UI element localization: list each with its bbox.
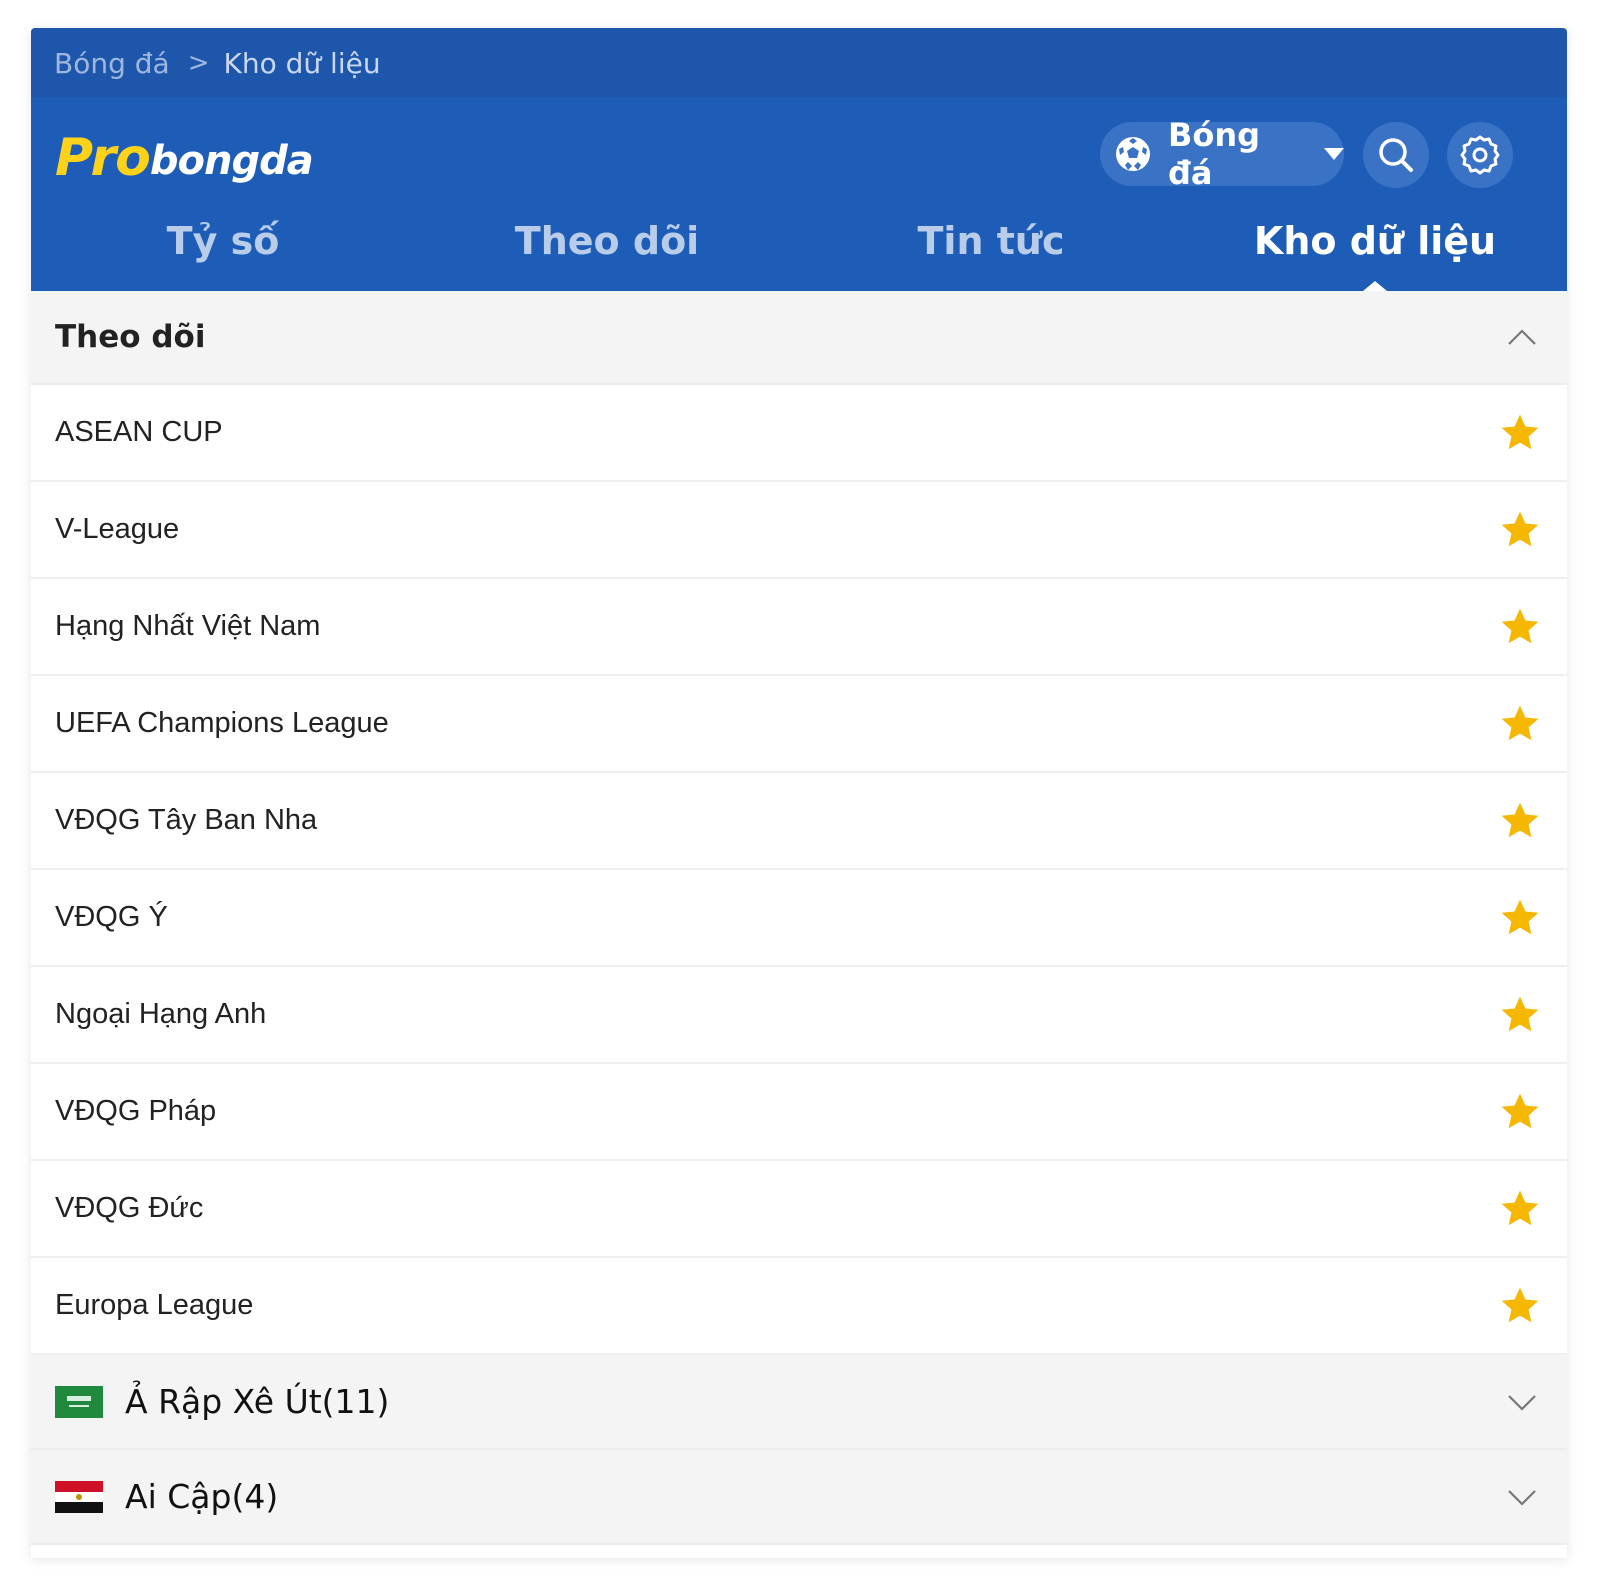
tab-tin-tuc[interactable]: Tin tức [799,211,1183,291]
settings-button[interactable] [1447,122,1513,188]
logo-bongda-text: bongda [149,138,314,184]
gear-icon [1460,135,1500,175]
saudi-arabia-flag-icon [55,1385,103,1418]
follow-section-title: Theo dõi [55,319,206,355]
chevron-down-icon[interactable] [1507,1392,1537,1412]
tab-label: Theo dõi [514,219,700,263]
league-name: Hạng Nhất Việt Nam [55,610,321,642]
league-name: Ngoại Hạng Anh [55,998,267,1030]
tab-label: Kho dữ liệu [1253,219,1497,263]
chevron-up-icon[interactable] [1507,327,1537,347]
star-icon[interactable] [1499,703,1541,745]
star-icon[interactable] [1499,606,1541,648]
breadcrumb-separator-icon: > [187,48,210,78]
tab-ty-so[interactable]: Tỷ số [31,211,415,291]
logo-pro-text: Pro [55,128,151,188]
list-item[interactable]: VĐQG Tây Ban Nha [31,773,1567,870]
country-row-egypt[interactable]: Ai Cập(4) [31,1450,1567,1545]
league-name: UEFA Champions League [55,707,389,739]
soccer-ball-icon [1114,135,1152,173]
league-name: VĐQG Pháp [55,1095,217,1127]
tab-theo-doi[interactable]: Theo dõi [415,211,799,291]
star-icon[interactable] [1499,994,1541,1036]
list-item[interactable]: VĐQG Pháp [31,1064,1567,1161]
star-icon[interactable] [1499,1091,1541,1133]
follow-section-header[interactable]: Theo dõi [31,291,1567,385]
list-item[interactable]: ASEAN CUP [31,385,1567,482]
league-name: V-League [55,513,180,545]
list-item[interactable]: VĐQG Đức [31,1161,1567,1258]
tab-label: Tỷ số [166,219,280,263]
league-name: VĐQG Tây Ban Nha [55,804,318,836]
star-icon[interactable] [1499,800,1541,842]
breadcrumb: Bóng đá > Kho dữ liệu [31,28,1567,98]
country-name: Ai Cập(4) [125,1477,279,1516]
search-icon [1379,138,1413,172]
list-item[interactable]: VĐQG Ý [31,870,1567,967]
follow-list: ASEAN CUP V-League Hạng Nhất Việt Nam UE… [31,385,1567,1355]
list-item[interactable]: UEFA Champions League [31,676,1567,773]
star-icon[interactable] [1499,509,1541,551]
main-tabs: Tỷ số Theo dõi Tin tức Kho dữ liệu [31,211,1567,291]
list-item[interactable]: V-League [31,482,1567,579]
site-logo[interactable]: Pro bongda [55,118,314,188]
star-icon[interactable] [1499,1188,1541,1230]
caret-down-icon [1324,148,1344,160]
chevron-down-icon[interactable] [1507,1487,1537,1507]
app-frame: Bóng đá > Kho dữ liệu Probongda Bóng đá [31,28,1567,1558]
sport-selector[interactable]: Bóng đá [1100,116,1344,192]
egypt-flag-icon [55,1480,103,1513]
list-item[interactable]: Europa League [31,1258,1567,1355]
star-icon[interactable] [1499,1285,1541,1327]
country-name: Ả Rập Xê Út(11) [125,1382,390,1421]
country-row-saudi-arabia[interactable]: Ả Rập Xê Út(11) [31,1355,1567,1450]
star-icon[interactable] [1499,897,1541,939]
tab-kho-du-lieu[interactable]: Kho dữ liệu [1183,211,1567,291]
list-item[interactable]: Ngoại Hạng Anh [31,967,1567,1064]
sport-selector-label: Bóng đá [1168,116,1261,192]
search-button[interactable] [1363,122,1429,188]
tab-label: Tin tức [917,219,1065,263]
breadcrumb-current[interactable]: Kho dữ liệu [224,47,381,80]
top-bar: Pro bongda Bóng đá Tỷ số Theo dõi Tin tứ… [31,98,1567,291]
league-name: VĐQG Ý [55,901,168,933]
breadcrumb-root-link[interactable]: Bóng đá [54,47,170,80]
league-name: VĐQG Đức [55,1192,204,1224]
star-icon[interactable] [1499,412,1541,454]
list-item[interactable]: Hạng Nhất Việt Nam [31,579,1567,676]
league-name: Europa League [55,1289,254,1321]
league-name: ASEAN CUP [55,416,223,448]
